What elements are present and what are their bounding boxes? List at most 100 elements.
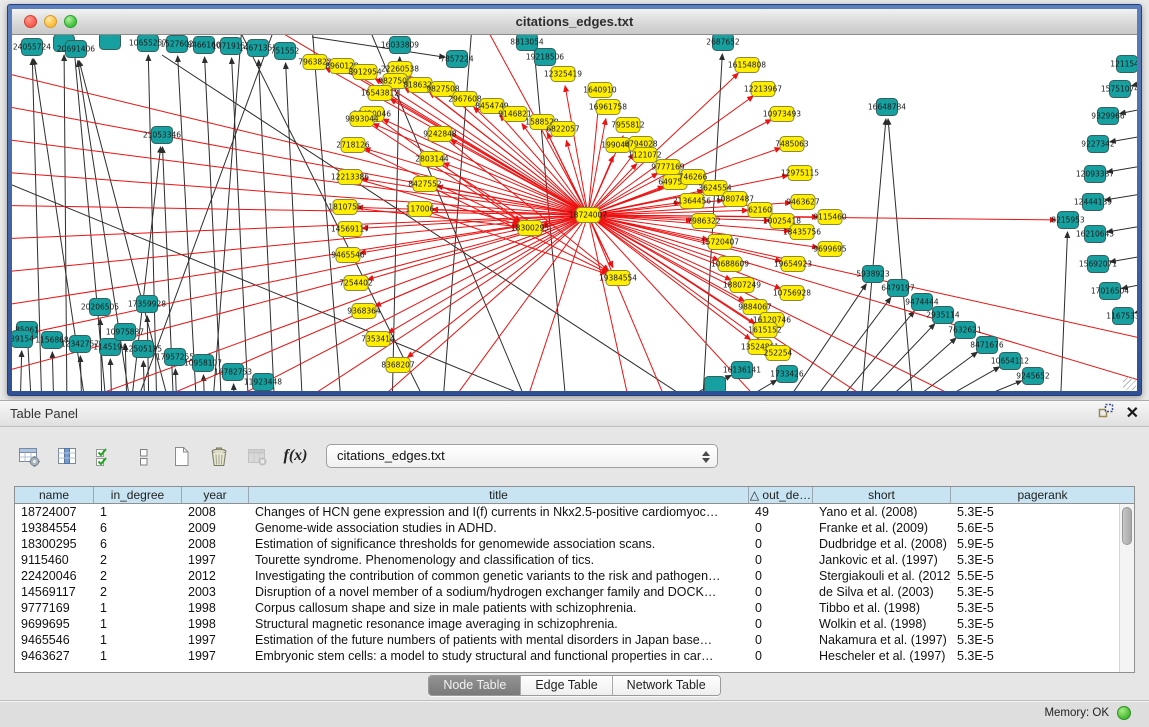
row-height-button[interactable] (128, 442, 159, 470)
graph-node[interactable]: 9115460 (813, 210, 847, 225)
graph-node[interactable]: 10973493 (763, 107, 801, 122)
graph-node[interactable]: 16136141 (723, 362, 761, 379)
graph-node[interactable]: 24055724 (13, 39, 51, 56)
graph-node[interactable]: 20206505 (81, 299, 119, 316)
table-row[interactable]: 1456911722003Disruption of a novel membe… (15, 584, 1119, 600)
graph-node[interactable]: 7955812 (611, 118, 645, 133)
table-row[interactable]: 911546021997Tourette syndrome. Phenomeno… (15, 552, 1119, 568)
tab-edge-table[interactable]: Edge Table (520, 676, 611, 695)
close-panel-icon[interactable]: ✕ (1126, 406, 1139, 422)
function-builder-button[interactable]: f(x) (280, 442, 311, 470)
graph-node[interactable]: 18300295 (511, 221, 549, 236)
column-header-pagerank[interactable]: pagerank (951, 487, 1134, 503)
graph-node[interactable] (100, 35, 121, 50)
graph-node[interactable]: 2803144 (415, 152, 449, 167)
graph-node[interactable]: 7485063 (775, 137, 809, 152)
scrollbar-thumb[interactable] (1122, 507, 1132, 545)
table-row[interactable]: 1830029562008Estimation of significance … (15, 536, 1119, 552)
graph-node[interactable]: 6822057 (546, 122, 580, 137)
table-row[interactable]: 2242004622012Investigating the contribut… (15, 568, 1119, 584)
graph-node[interactable]: 8912954 (348, 65, 382, 80)
select-rows-button[interactable] (90, 442, 121, 470)
graph-node[interactable] (705, 377, 726, 392)
graph-node[interactable]: 19384554 (599, 271, 637, 286)
network-canvas[interactable]: 1872400718300295193845547963822896012889… (12, 35, 1137, 391)
graph-node[interactable]: 16543812 (361, 86, 399, 101)
graph-node[interactable]: 16210643 (1076, 226, 1114, 243)
graph-node[interactable]: 5938923 (856, 266, 890, 283)
graph-node[interactable]: 9699695 (813, 242, 847, 257)
close-window-button[interactable] (24, 15, 37, 28)
table-selector-dropdown[interactable]: citations_edges.txt (326, 444, 718, 468)
graph-node[interactable]: 1121072 (628, 148, 662, 163)
memory-status-indicator[interactable] (1117, 706, 1131, 720)
table-row[interactable]: 1872400712008Changes of HCN gene express… (15, 504, 1119, 520)
graph-node[interactable]: 8368207 (381, 358, 415, 373)
network-graph[interactable]: 1872400718300295193845547963822896012889… (12, 35, 1137, 391)
graph-node[interactable]: 12975115 (781, 166, 819, 181)
graph-node[interactable]: 1211540 (1110, 56, 1137, 73)
graph-node[interactable]: 18435756 (783, 225, 821, 240)
table-row[interactable]: 1938455462009Genome-wide association stu… (15, 520, 1119, 536)
graph-node[interactable]: 8215953 (1051, 212, 1085, 229)
graph-node[interactable]: 17359928 (128, 296, 166, 313)
graph-node[interactable]: 39154 (12, 331, 34, 348)
graph-node[interactable]: 1733426 (770, 366, 804, 383)
column-header-year[interactable]: year (182, 487, 249, 503)
graph-node[interactable]: 7353414 (361, 332, 395, 347)
graph-node[interactable]: 10756928 (773, 286, 811, 301)
graph-node[interactable]: 9368364 (347, 304, 381, 319)
graph-node[interactable]: 9463627 (786, 195, 820, 210)
graph-node[interactable]: 9227342 (1081, 136, 1115, 153)
graph-node[interactable]: 9893044 (345, 112, 379, 127)
column-header-title[interactable]: title (249, 487, 749, 503)
graph-node[interactable]: 62160 (748, 203, 772, 218)
show-columns-button[interactable] (52, 442, 83, 470)
network-window-titlebar[interactable]: citations_edges.txt (12, 9, 1137, 35)
table-row[interactable]: 969969511998Structural magnetic resonanc… (15, 616, 1119, 632)
graph-node[interactable]: 19218506 (526, 49, 564, 66)
minimize-window-button[interactable] (44, 15, 57, 28)
table-row[interactable]: 946362711997Embryonic stem cells: a mode… (15, 648, 1119, 664)
graph-node[interactable]: 10688609 (711, 257, 749, 272)
column-header-in_degree[interactable]: in_degree (94, 487, 182, 503)
graph-node[interactable]: 2687652 (706, 35, 740, 51)
graph-node[interactable]: 7254402 (339, 276, 373, 291)
graph-node[interactable]: 12213967 (744, 82, 782, 97)
graph-node[interactable]: 15692071 (1079, 256, 1117, 273)
delete-column-button[interactable] (204, 442, 235, 470)
graph-node[interactable]: 1810755 (328, 200, 362, 215)
graph-node[interactable]: 7986322 (687, 214, 721, 229)
graph-node[interactable]: 12325419 (544, 67, 582, 82)
column-header-name[interactable]: name (15, 487, 94, 503)
graph-node[interactable]: 12093387 (1076, 166, 1114, 183)
graph-node[interactable]: 2718126 (336, 138, 370, 153)
graph-node[interactable]: 17016504 (1091, 283, 1129, 300)
graph-node[interactable]: 9245652 (1016, 368, 1050, 385)
graph-node[interactable]: 8471676 (970, 337, 1004, 354)
table-row[interactable]: 946554611997Estimation of the future num… (15, 632, 1119, 648)
graph-node[interactable]: 9465546 (331, 248, 365, 263)
graph-node[interactable]: 21053346 (143, 127, 181, 144)
graph-node[interactable]: 19654923 (774, 257, 812, 272)
tab-network-table[interactable]: Network Table (612, 676, 720, 695)
graph-node[interactable]: 9242848 (423, 127, 457, 142)
graph-node[interactable]: 16033809 (381, 37, 419, 54)
graph-node[interactable]: 1640910 (583, 83, 617, 98)
table-vertical-scrollbar[interactable] (1119, 504, 1134, 672)
graph-node[interactable]: 10654112 (991, 353, 1029, 370)
column-header-short[interactable]: short (813, 487, 951, 503)
graph-node[interactable]: 16154808 (728, 58, 766, 73)
graph-node[interactable]: 8427552 (408, 177, 442, 192)
graph-node[interactable]: 751552 (271, 43, 300, 60)
graph-node[interactable]: 117006 (406, 202, 435, 217)
graph-node[interactable]: 16648784 (868, 99, 906, 116)
graph-node[interactable]: 18807249 (723, 278, 761, 293)
canvas-resize-grip[interactable] (1123, 377, 1136, 390)
graph-node[interactable]: 1167533 (1106, 308, 1137, 325)
graph-node[interactable]: 15751074 (1101, 81, 1137, 98)
table-row[interactable]: 977716911998Corpus callosum shape and si… (15, 600, 1119, 616)
graph-node[interactable]: 21364456 (673, 194, 711, 209)
graph-node[interactable]: 16961758 (589, 100, 627, 115)
graph-node[interactable]: 9329966 (1091, 108, 1125, 125)
